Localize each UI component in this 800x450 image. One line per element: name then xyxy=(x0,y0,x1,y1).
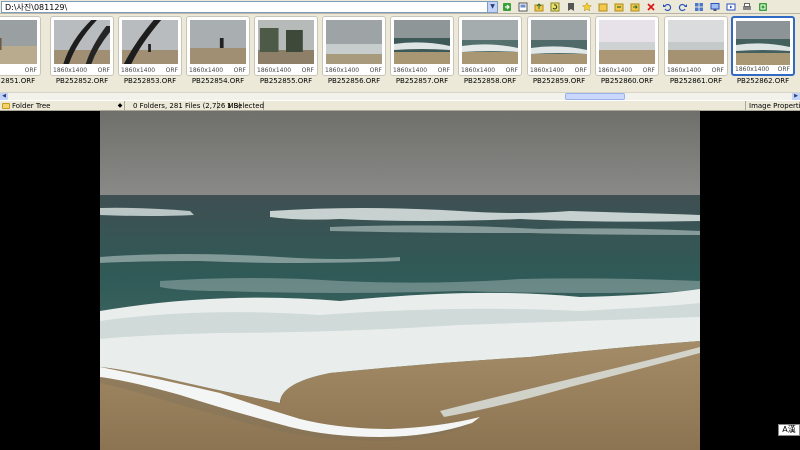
thumbnail-extension: ORF xyxy=(437,67,450,74)
thumbnail-image xyxy=(122,20,178,64)
scrollbar-thumb[interactable] xyxy=(565,93,625,100)
thumbnail-extension: ORF xyxy=(642,67,655,74)
thumbnail-image xyxy=(54,20,110,64)
undo-icon[interactable] xyxy=(659,1,675,13)
image-properties-toggle[interactable]: Image Properties xyxy=(745,101,800,111)
thumbnail-12[interactable]: 1860x1400 ORF xyxy=(731,16,795,76)
thumbnail-image xyxy=(326,20,382,64)
image-properties-label: Image Properties xyxy=(749,102,800,110)
thumbnail-extension: ORF xyxy=(369,67,382,74)
new-folder-icon[interactable] xyxy=(595,1,611,13)
thumbnail-extension: ORF xyxy=(711,67,724,74)
thumbnail-resolution: 1860x1400 xyxy=(53,67,88,74)
scroll-left-arrow[interactable]: ◀ xyxy=(0,93,8,100)
beach-photo xyxy=(100,111,700,450)
thumbnail-image xyxy=(462,20,518,64)
thumbnail-extension: ORF xyxy=(24,67,37,74)
thumbnail-image xyxy=(0,20,37,64)
slideshow-icon[interactable] xyxy=(723,1,739,13)
thumbnail-resolution: 1860x1400 xyxy=(325,67,360,74)
thumbnail-extension: ORF xyxy=(97,67,110,74)
go-icon[interactable] xyxy=(499,1,515,13)
folder-tree-toggle[interactable]: Folder Tree ◆ xyxy=(0,101,125,111)
horizontal-scrollbar[interactable]: ◀ ▶ xyxy=(0,92,800,100)
thumbnail-4[interactable]: 1860x1400 ORF xyxy=(186,16,250,76)
thumbnail-resolution: 1860x1400 xyxy=(257,67,292,74)
folder-up-icon[interactable] xyxy=(531,1,547,13)
thumbnail-filename[interactable]: PB252862.ORF xyxy=(718,77,800,86)
print-icon[interactable] xyxy=(739,1,755,13)
folder-tree-label: Folder Tree xyxy=(12,102,51,110)
thumbnail-extension: ORF xyxy=(574,67,587,74)
bookmark-icon[interactable] xyxy=(563,1,579,13)
ime-indicator[interactable]: A漢 xyxy=(778,424,800,436)
address-dropdown-button[interactable]: ▼ xyxy=(487,2,497,12)
top-bar: D:\사진\081129\ ▼ xyxy=(0,0,800,14)
thumbnail-resolution: 1860x1400 xyxy=(667,67,702,74)
address-path[interactable]: D:\사진\081129\ xyxy=(5,2,67,13)
thumbnail-11[interactable]: 1860x1400 ORF xyxy=(664,16,728,76)
toolbar xyxy=(499,1,771,13)
settings-icon[interactable] xyxy=(755,1,771,13)
thumbnail-resolution: 1860x1400 xyxy=(530,67,565,74)
address-bar[interactable]: D:\사진\081129\ ▼ xyxy=(1,1,498,13)
thumbnail-10[interactable]: 1860x1400 ORF xyxy=(595,16,659,76)
redo-icon[interactable] xyxy=(675,1,691,13)
thumbnail-extension: ORF xyxy=(165,67,178,74)
thumbnail-resolution: 1860x1400 xyxy=(121,67,156,74)
thumbnail-2[interactable]: 1860x1400 ORF xyxy=(50,16,114,76)
thumbnail-extension: ORF xyxy=(233,67,246,74)
file-count-status: 0 Folders, 281 Files (2,726 MB) xyxy=(130,101,241,111)
thumbnail-1[interactable]: 1400ORF xyxy=(0,16,41,76)
star-icon[interactable] xyxy=(579,1,595,13)
thumbnail-8[interactable]: 1860x1400 ORF xyxy=(458,16,522,76)
thumbnail-image xyxy=(531,20,587,64)
scroll-right-arrow[interactable]: ▶ xyxy=(792,93,800,100)
grid-view-icon[interactable] xyxy=(691,1,707,13)
thumbnail-resolution: 1860x1400 xyxy=(393,67,428,74)
thumbnail-3[interactable]: 1860x1400 ORF xyxy=(118,16,182,76)
thumbnail-resolution: 1860x1400 xyxy=(461,67,496,74)
monitor-icon[interactable] xyxy=(707,1,723,13)
move-to-icon[interactable] xyxy=(627,1,643,13)
thumbnail-7[interactable]: 1860x1400 ORF xyxy=(390,16,454,76)
rotate-icon[interactable] xyxy=(547,1,563,13)
thumbnail-image xyxy=(258,20,314,64)
thumbnail-image xyxy=(190,20,246,64)
thumbnail-9[interactable]: 1860x1400 ORF xyxy=(527,16,591,76)
thumbnail-resolution: 1860x1400 xyxy=(598,67,633,74)
image-viewer[interactable]: A漢 xyxy=(0,111,800,450)
status-bar: Folder Tree ◆ 0 Folders, 281 Files (2,72… xyxy=(0,100,800,111)
thumbnail-resolution: 1860x1400 xyxy=(189,67,224,74)
thumbnail-6[interactable]: 1860x1400 ORF xyxy=(322,16,386,76)
copy-to-icon[interactable] xyxy=(611,1,627,13)
thumbnail-extension: ORF xyxy=(777,66,790,73)
panel-dropdown-icon[interactable]: ◆ xyxy=(116,101,124,111)
thumbnail-resolution: 1860x1400 xyxy=(735,66,770,73)
thumbnails-icon[interactable] xyxy=(515,1,531,13)
folder-icon xyxy=(2,103,10,109)
delete-icon[interactable] xyxy=(643,1,659,13)
thumbnail-image xyxy=(736,21,790,65)
selection-status: 1 Selected xyxy=(224,101,264,111)
thumbnail-strip[interactable]: 1400ORFPB252851.ORF1860x1400ORFPB252852.… xyxy=(0,14,800,100)
thumbnail-image xyxy=(599,20,655,64)
thumbnail-5[interactable]: 1860x1400 ORF xyxy=(254,16,318,76)
thumbnail-extension: ORF xyxy=(301,67,314,74)
thumbnail-extension: ORF xyxy=(505,67,518,74)
thumbnail-image xyxy=(394,20,450,64)
thumbnail-image xyxy=(668,20,724,64)
